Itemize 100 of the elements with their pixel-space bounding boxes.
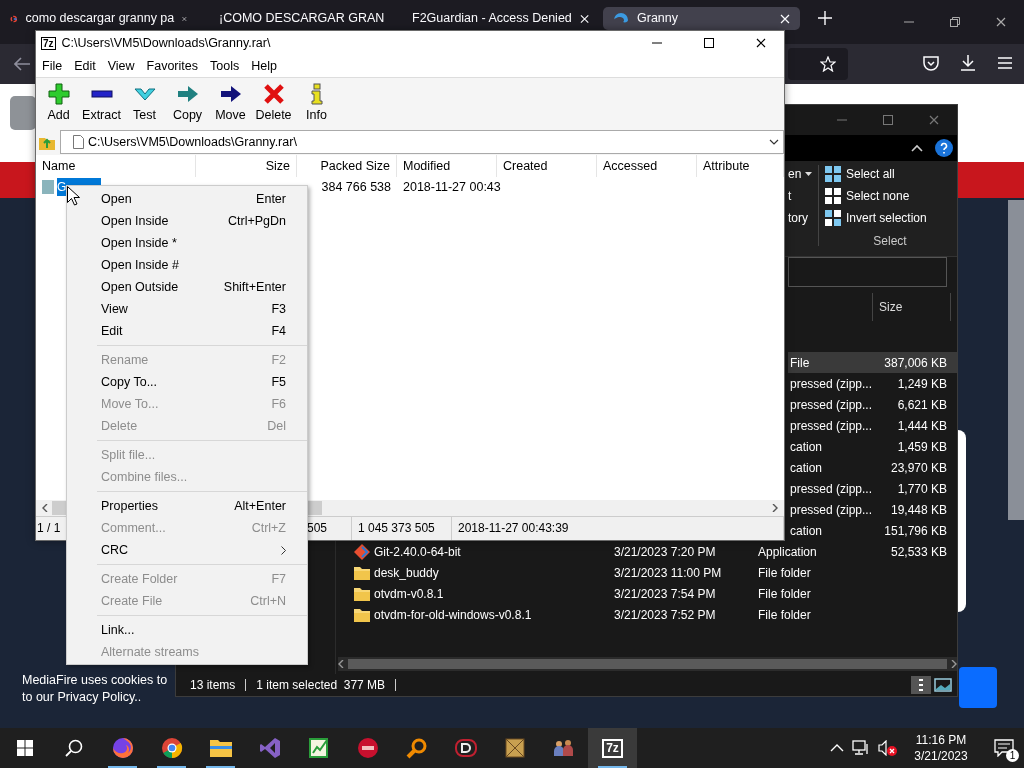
file-row[interactable]: pressed (zipp... 1,249 KB bbox=[788, 373, 957, 394]
column-header[interactable]: Size bbox=[872, 293, 951, 321]
scroll-right-icon[interactable] bbox=[772, 504, 778, 512]
help-icon[interactable] bbox=[935, 139, 953, 157]
toolbar-button[interactable]: Copy bbox=[166, 78, 209, 129]
column-header[interactable]: Name bbox=[36, 155, 196, 177]
close-icon[interactable] bbox=[996, 17, 1006, 27]
scroll-left-icon[interactable] bbox=[338, 660, 344, 668]
file-row[interactable]: pressed (zipp... 19,448 KB bbox=[788, 499, 957, 520]
collapse-icon[interactable] bbox=[911, 144, 923, 152]
toolbar-button[interactable]: Add bbox=[37, 78, 80, 129]
date-cell-text: 3/21/2023 7:52 PM bbox=[614, 606, 717, 624]
folder-icon bbox=[354, 607, 370, 622]
column-header[interactable]: Attribute bbox=[697, 155, 784, 177]
scrollbar-thumb[interactable] bbox=[1008, 200, 1024, 520]
menu-icon[interactable] bbox=[996, 54, 1014, 72]
menu-item[interactable]: Open Outside Shift+Enter bbox=[67, 276, 307, 298]
menu-item[interactable]: View F3 bbox=[67, 298, 307, 320]
file-row[interactable]: otvdm-for-old-windows-v0.8.1 3/21/2023 7:52 PM File folder bbox=[336, 604, 957, 625]
menu-item[interactable]: Edit F4 bbox=[67, 320, 307, 342]
shortcut-label: F5 bbox=[271, 373, 286, 391]
type-cell-text: cation bbox=[789, 459, 824, 477]
file-row[interactable]: cation 151,796 KB bbox=[788, 520, 957, 541]
scroll-right-icon[interactable] bbox=[951, 660, 957, 668]
column-header[interactable]: Accessed bbox=[597, 155, 697, 177]
browser-tab[interactable]: como descargar granny pa bbox=[0, 7, 197, 30]
logo-icon[interactable] bbox=[10, 96, 36, 130]
file-row[interactable]: cation 1,459 KB bbox=[788, 436, 957, 457]
file-row[interactable]: desk_buddy 3/21/2023 11:00 PM File folder bbox=[336, 562, 957, 583]
scrollbar-thumb[interactable] bbox=[348, 659, 947, 669]
toolbar-button[interactable]: Move bbox=[209, 78, 252, 129]
speaker-muted-icon[interactable] bbox=[878, 740, 898, 756]
rounded-badge-icon bbox=[453, 736, 478, 760]
caret-icon[interactable] bbox=[769, 139, 779, 145]
file-name: Git-2.40.0-64-bit bbox=[374, 543, 462, 561]
select-button[interactable]: Invert selection bbox=[825, 207, 955, 229]
toolbar-button[interactable]: Info bbox=[295, 78, 338, 129]
pocket-icon[interactable] bbox=[922, 54, 940, 72]
column-header[interactable]: Packed Size bbox=[297, 155, 397, 177]
thumbnail-view-icon[interactable] bbox=[933, 676, 953, 694]
menu-item[interactable]: Edit bbox=[68, 56, 102, 76]
menu-item[interactable]: CRC bbox=[67, 539, 307, 561]
file-name: desk_buddy bbox=[374, 564, 440, 582]
toolbar-button[interactable]: Delete bbox=[252, 78, 295, 129]
menu-item[interactable]: File bbox=[36, 56, 69, 76]
shortcut-label: F2 bbox=[271, 351, 286, 369]
ribbon-button[interactable]: t bbox=[788, 185, 818, 207]
file-row[interactable]: otvdm-v0.8.1 3/21/2023 7:54 PM File folder bbox=[336, 583, 957, 604]
file-row[interactable]: cation 23,970 KB bbox=[788, 457, 957, 478]
ribbon-button[interactable]: en bbox=[788, 163, 818, 185]
column-header[interactable]: Created bbox=[497, 155, 597, 177]
details-view-icon[interactable] bbox=[911, 676, 931, 694]
network-icon[interactable] bbox=[852, 740, 870, 756]
search-icon[interactable] bbox=[64, 739, 83, 757]
menu-item[interactable]: Favorites bbox=[140, 56, 204, 76]
column-header[interactable]: Size bbox=[196, 155, 297, 177]
file-row[interactable]: pressed (zipp... 6,621 KB bbox=[788, 394, 957, 415]
browser-tab[interactable]: Granny bbox=[603, 7, 800, 30]
menu-item[interactable]: Tools bbox=[204, 56, 246, 76]
menu-item[interactable]: Open Inside # bbox=[67, 254, 307, 276]
file-name: otvdm-v0.8.1 bbox=[374, 585, 445, 603]
diamond-icon bbox=[354, 543, 370, 560]
new-tab-icon[interactable] bbox=[818, 11, 832, 25]
back-arrow-icon[interactable] bbox=[14, 57, 30, 71]
file-row[interactable]: File 387,006 KB bbox=[788, 352, 957, 373]
toolbar-button[interactable]: Extract bbox=[80, 78, 123, 129]
file-row[interactable]: Git-2.40.0-64-bit 3/21/2023 7:20 PM Application 52,533 KB bbox=[336, 541, 957, 562]
menu-item[interactable]: View bbox=[101, 56, 141, 76]
scroll-left-icon[interactable] bbox=[42, 504, 48, 512]
path-field[interactable]: C:\Users\VM5\Downloads\Granny.rar\ bbox=[60, 130, 784, 154]
scrollbar[interactable] bbox=[338, 657, 957, 671]
menu-item[interactable]: Open Inside * bbox=[67, 232, 307, 254]
file-row[interactable]: pressed (zipp... 1,770 KB bbox=[788, 478, 957, 499]
chevron-up-icon[interactable] bbox=[830, 744, 844, 752]
browser-tab[interactable]: F2Guardian - Access Denied bbox=[402, 7, 599, 30]
menu-item[interactable]: Copy To... F5 bbox=[67, 371, 307, 393]
menu-item[interactable]: Help bbox=[245, 56, 283, 76]
file-row[interactable]: pressed (zipp... 1,444 KB bbox=[788, 415, 957, 436]
download-icon[interactable] bbox=[959, 54, 977, 72]
menu-item[interactable]: Link... bbox=[67, 619, 307, 641]
menu-item[interactable]: Properties Alt+Enter bbox=[67, 495, 307, 517]
size-cell-text: 151,796 KB bbox=[883, 522, 948, 540]
taskbar-button[interactable]: 7z bbox=[588, 728, 637, 768]
select-button[interactable]: Select none bbox=[825, 185, 955, 207]
select-button[interactable]: Select all bbox=[825, 163, 955, 185]
close-icon[interactable] bbox=[756, 38, 766, 48]
browser-tab[interactable]: ¡COMO DESCARGAR GRAN bbox=[201, 7, 398, 30]
search-field[interactable] bbox=[788, 257, 947, 287]
ribbon-button[interactable]: tory bbox=[788, 207, 818, 229]
date-cell-text: 3/21/2023 7:20 PM bbox=[614, 543, 717, 561]
clock[interactable]: 11:16 PM 3/21/2023 bbox=[906, 732, 976, 764]
toolbar-button[interactable]: Test bbox=[123, 78, 166, 129]
notification-button[interactable]: 1 bbox=[984, 728, 1024, 768]
maximize-icon[interactable] bbox=[704, 38, 714, 48]
address-bar[interactable] bbox=[788, 48, 848, 80]
column-header[interactable]: Modified bbox=[397, 155, 497, 177]
restore-icon[interactable] bbox=[950, 17, 960, 27]
menu-item[interactable]: Open Inside Ctrl+PgDn bbox=[67, 210, 307, 232]
star-icon[interactable] bbox=[820, 56, 836, 72]
start-icon[interactable] bbox=[16, 740, 33, 756]
